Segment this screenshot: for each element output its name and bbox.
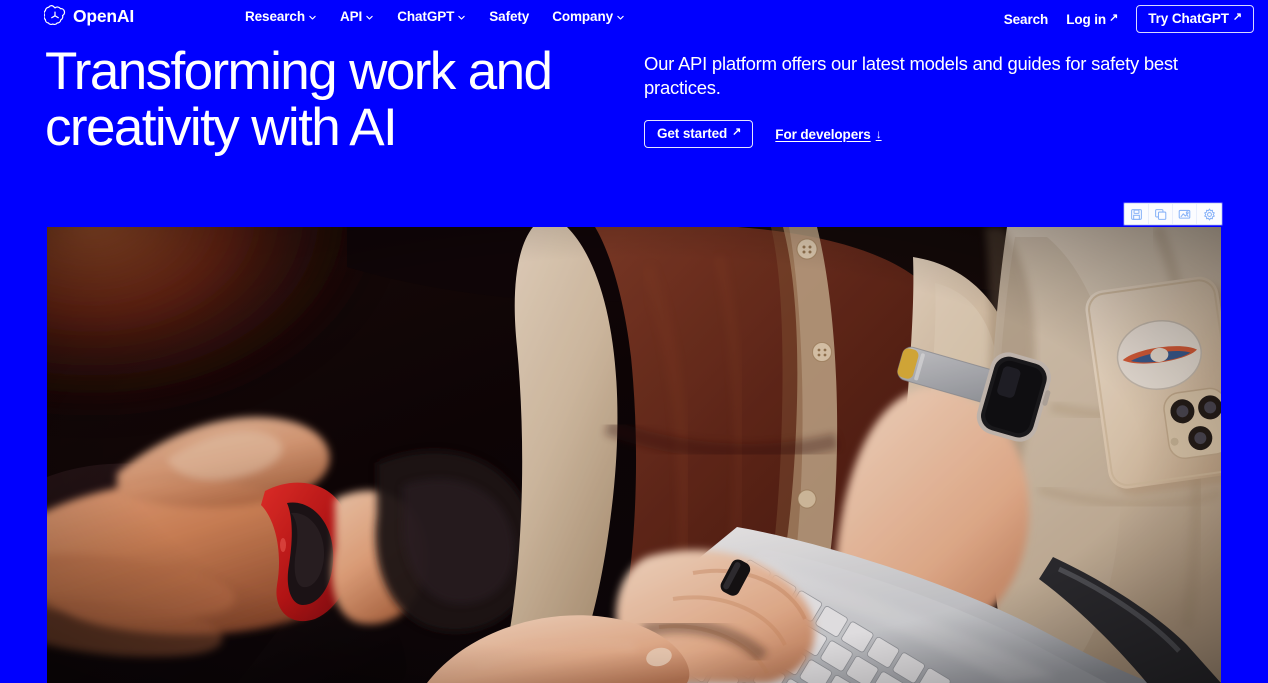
chevron-down-icon (458, 15, 466, 20)
hero-right-column: Our API platform offers our latest model… (644, 52, 1219, 148)
arrow-down-icon: ↓ (875, 127, 882, 141)
brand-logo-link[interactable]: OpenAI (44, 5, 134, 27)
nav-item-safety[interactable]: Safety (489, 8, 529, 25)
get-started-button[interactable]: Get started ↗ (644, 120, 754, 148)
nav-label: API (340, 9, 363, 24)
try-chatgpt-label: Try ChatGPT (1148, 11, 1229, 26)
get-started-label: Get started (657, 126, 728, 141)
chevron-down-icon (617, 15, 624, 20)
extension-toolbar (1124, 203, 1222, 225)
page-title: Transforming work and creativity with AI (45, 42, 553, 157)
login-link[interactable]: Log in ↗ (1066, 11, 1118, 28)
try-chatgpt-button[interactable]: Try ChatGPT ↗ (1136, 5, 1254, 33)
hero-image (47, 227, 1221, 683)
openai-homepage: OpenAI Research API ChatGPT Safety Compa… (0, 0, 1268, 683)
secondary-nav: Search Log in ↗ Try ChatGPT ↗ (1004, 5, 1254, 33)
nav-item-chatgpt[interactable]: ChatGPT (397, 8, 466, 25)
nav-item-company[interactable]: Company (552, 8, 625, 25)
site-header: OpenAI Research API ChatGPT Safety Compa… (0, 0, 1268, 34)
copy-icon[interactable] (1149, 204, 1173, 224)
settings-gear-icon[interactable] (1197, 204, 1221, 224)
nav-label: Safety (489, 9, 530, 24)
nav-label: Company (552, 9, 614, 24)
arrow-up-right-icon: ↗ (1109, 11, 1119, 24)
chevron-down-icon (366, 15, 373, 20)
hero-cta-group: Get started ↗ For developers ↓ (644, 120, 1219, 148)
openai-blossom-icon (44, 5, 66, 27)
login-label: Log in (1066, 11, 1107, 27)
nav-item-research[interactable]: Research (245, 8, 317, 25)
nav-item-api[interactable]: API (340, 8, 374, 25)
primary-nav: Research API ChatGPT Safety Company (245, 8, 625, 25)
hero-subtitle: Our API platform offers our latest model… (644, 53, 1178, 98)
arrow-up-right-icon: ↗ (732, 126, 742, 138)
nav-label: ChatGPT (397, 9, 455, 24)
for-developers-label: For developers (775, 126, 871, 142)
for-developers-link[interactable]: For developers ↓ (775, 127, 881, 142)
save-icon[interactable] (1125, 204, 1149, 224)
search-label: Search (1003, 11, 1049, 27)
search-button[interactable]: Search (1003, 11, 1049, 28)
brand-wordmark: OpenAI (73, 6, 135, 26)
arrow-up-right-icon: ↗ (1232, 11, 1242, 23)
nav-label: Research (245, 9, 305, 24)
screenshot-icon[interactable] (1173, 204, 1197, 224)
chevron-down-icon (309, 15, 316, 20)
